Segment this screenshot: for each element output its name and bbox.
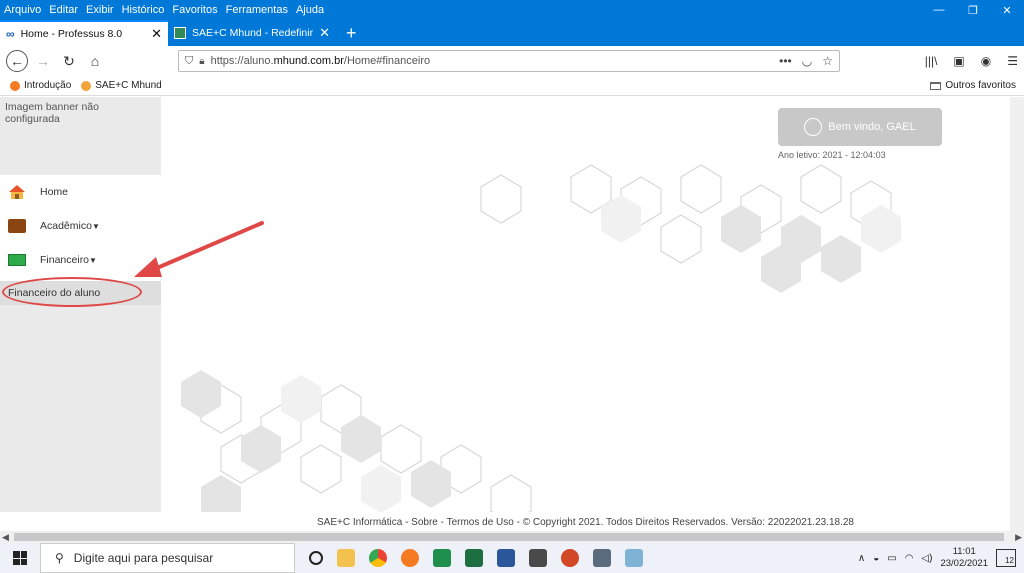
tab-home[interactable]: ∞ Home - Professus 8.0 ✕ [0,20,168,46]
user-icon [804,118,823,136]
bookmark-star-icon[interactable]: ☆ [822,54,833,68]
vertical-scrollbar[interactable] [1010,97,1024,531]
restore-icon[interactable]: ❐ [956,0,990,20]
clock[interactable]: 11:01 23/02/2021 [940,546,988,570]
briefcase-icon [8,219,26,233]
window-menubar: Arquivo Editar Exibir Histórico Favorito… [0,0,1024,20]
start-button[interactable] [0,543,40,573]
infinity-icon: ∞ [6,27,15,41]
main-content: Bem vindo, GAEL Ano letivo: 2021 - 12:04… [161,97,1010,512]
scroll-thumb[interactable] [14,533,1004,541]
firefox-icon [10,80,20,91]
bookmarks-bar: Introdução SAE+C Mhund Outros favoritos [0,76,1024,96]
lock-icon[interactable]: 🔒︎ [199,56,204,67]
school-year-text: Ano letivo: 2021 - 12:04:03 [778,150,886,160]
sidebar-item-home[interactable]: Home [0,175,161,209]
tab-label: Home - Professus 8.0 [20,28,123,40]
word-icon[interactable] [497,549,515,567]
horizontal-scrollbar[interactable]: ◀ ▶ [0,531,1024,543]
close-icon[interactable]: ✕ [990,0,1024,20]
cortana-icon[interactable] [309,551,323,565]
menu-historico[interactable]: Histórico [118,4,169,16]
system-tray: ∧ ◒ ▭ ◠ ◁) 11:01 23/02/2021 12 [858,546,1024,570]
app-icon[interactable] [625,549,643,567]
camera-icon[interactable] [593,549,611,567]
volume-icon[interactable]: ◁) [921,553,932,564]
bookmark-introducao[interactable]: Introdução [10,80,71,91]
chrome-icon[interactable] [369,549,387,567]
caret-down-icon: ▼ [89,256,97,265]
site-favicon-icon [174,27,186,39]
reload-icon[interactable]: ↻ [58,50,80,72]
calculator-icon[interactable] [529,549,547,567]
chevron-up-icon[interactable]: ∧ [858,553,865,564]
search-icon: ⚲ [55,551,64,565]
library-icon[interactable]: |||\ [925,54,938,68]
wifi-icon[interactable]: ◠ [905,553,914,564]
battery-icon[interactable]: ▭ [887,553,896,564]
forward-icon[interactable]: → [32,50,54,72]
scroll-right-icon[interactable]: ▶ [1015,532,1022,543]
window-controls: — ❐ ✕ [922,0,1024,20]
firefox-icon[interactable] [401,549,419,567]
page-actions-icon[interactable]: ••• [779,54,792,68]
web-page: Imagem banner não configurada Home Acadê… [0,97,1024,531]
windows-logo-icon [13,551,27,565]
hamburger-menu-icon[interactable]: ☰ [1007,54,1018,68]
home-browser-icon[interactable]: ⌂ [84,50,106,72]
menu-arquivo[interactable]: Arquivo [0,4,45,16]
welcome-user-button[interactable]: Bem vindo, GAEL [778,108,942,146]
shield-icon[interactable]: ⛉ [185,55,193,68]
app-cr-icon[interactable] [433,549,451,567]
navigation-toolbar: ← → ↻ ⌂ ⛉ 🔒︎ https://aluno.mhund.com.br/… [0,46,1024,76]
minimize-icon[interactable]: — [922,0,956,20]
tab-strip: ∞ Home - Professus 8.0 ✕ SAE+C Mhund - R… [0,20,1024,46]
tab-close-icon[interactable]: ✕ [319,25,330,41]
windows-taskbar: ⚲ Digite aqui para pesquisar ∧ ◒ ▭ ◠ ◁) … [0,543,1024,573]
caret-down-icon: ▼ [91,222,100,231]
network-icon[interactable]: ◒ [873,553,879,564]
excel-icon[interactable] [465,549,483,567]
bookmark-saec-mhund[interactable]: SAE+C Mhund [81,80,162,91]
notification-center-icon[interactable]: 12 [996,549,1016,567]
menu-ferramentas[interactable]: Ferramentas [222,4,292,16]
banner-placeholder: Imagem banner não configurada [5,101,99,125]
scroll-left-icon[interactable]: ◀ [2,532,9,543]
url-bar[interactable]: ⛉ 🔒︎ https://aluno.mhund.com.br/Home#fin… [178,50,840,72]
powerpoint-icon[interactable] [561,549,579,567]
tab-close-icon[interactable]: ✕ [151,26,162,42]
back-icon[interactable]: ← [6,50,28,72]
home-icon [9,185,25,199]
other-bookmarks[interactable]: Outros favoritos [930,80,1016,91]
menu-editar[interactable]: Editar [45,4,82,16]
menu-exibir[interactable]: Exibir [82,4,118,16]
new-tab-icon[interactable]: + [336,20,367,46]
pocket-icon[interactable]: ◡ [802,54,812,68]
site-favicon-icon [81,80,92,91]
money-icon [8,254,26,266]
account-icon[interactable]: ◉ [981,54,991,68]
file-explorer-icon[interactable] [337,549,355,567]
taskbar-search[interactable]: ⚲ Digite aqui para pesquisar [40,543,295,573]
sidebar: Imagem banner não configurada Home Acadê… [0,97,161,512]
tab-label: SAE+C Mhund - Redefinir Senh [192,27,314,39]
sidebar-toggle-icon[interactable]: ▣ [953,54,964,68]
url-text[interactable]: https://aluno.mhund.com.br/Home#financei… [211,55,774,67]
page-footer: SAE+C Informática - Sobre - Termos de Us… [316,517,854,528]
folder-icon [930,81,942,90]
menu-favoritos[interactable]: Favoritos [168,4,221,16]
menu-ajuda[interactable]: Ajuda [292,4,328,16]
tab-redefinir-senha[interactable]: SAE+C Mhund - Redefinir Senh ✕ [168,20,336,46]
annotation-arrow [134,221,264,277]
